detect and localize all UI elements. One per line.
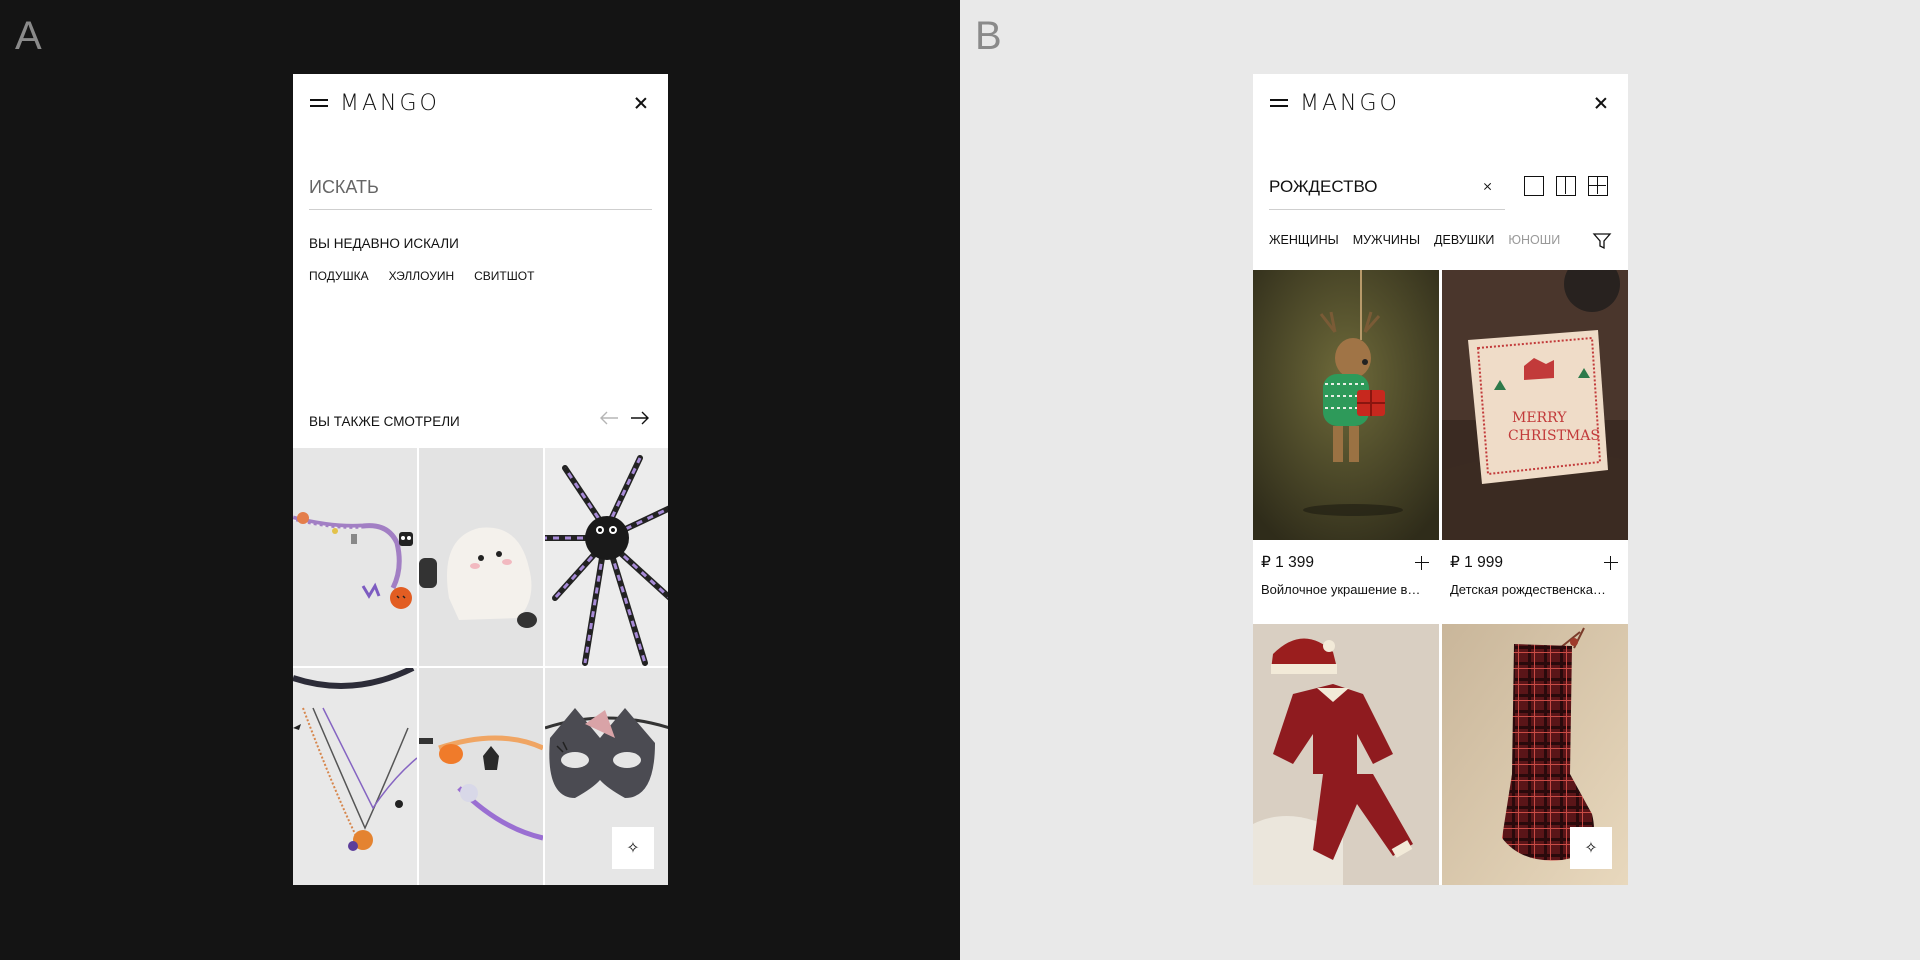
panel-b: B MANGO ЖЕНЩИНЫ МУЖЧИНЫ ДЕВУШКИ ЮНОШИ [960, 0, 1920, 960]
tab-girls[interactable]: ДЕВУШКИ [1434, 233, 1494, 247]
brand-logo[interactable]: MANGO [340, 91, 440, 116]
product-card [1253, 624, 1439, 885]
menu-icon[interactable] [310, 98, 328, 109]
menu-icon[interactable] [1270, 98, 1288, 109]
close-icon[interactable] [632, 94, 650, 112]
also-seen-title: ВЫ ТАКЖЕ СМОТРЕЛИ [309, 414, 460, 429]
view-grid-icon[interactable] [1588, 176, 1608, 196]
clear-search-icon[interactable] [1481, 180, 1495, 194]
phone-screen-a: MANGO ВЫ НЕДАВНО ИСКАЛИ ПОДУШКА ХЭЛЛОУИН… [293, 74, 668, 885]
product-name[interactable]: Войлочное украшение в… [1261, 582, 1431, 597]
product-image-necklace[interactable] [293, 668, 417, 885]
top-bar: MANGO [293, 74, 668, 134]
product-image-bracelet[interactable] [293, 448, 417, 666]
tab-women[interactable]: ЖЕНЩИНЫ [1269, 233, 1339, 247]
top-bar: MANGO [1253, 74, 1628, 134]
search-input[interactable] [1269, 170, 1469, 204]
search-input[interactable] [309, 170, 652, 204]
svg-text:MERRY: MERRY [1512, 410, 1567, 426]
view-two-columns-icon[interactable] [1556, 176, 1576, 196]
panel-a: A MANGO ВЫ НЕДАВНО ИСКАЛИ ПОДУШКА ХЭЛЛОУ… [0, 0, 960, 960]
add-to-cart-icon[interactable] [1604, 556, 1618, 570]
arrow-right-icon[interactable] [630, 410, 650, 426]
product-card: ✧ [1442, 624, 1628, 885]
product-card: ₽ 1 399 Войлочное украшение в… [1253, 270, 1439, 624]
arrow-left-icon[interactable] [599, 410, 619, 426]
sparkle-icon[interactable]: ✧ [1570, 827, 1612, 869]
product-price: ₽ 1 999 [1450, 554, 1503, 571]
product-image-santa-pajamas[interactable] [1253, 624, 1439, 885]
filter-icon[interactable] [1592, 231, 1612, 251]
close-icon[interactable] [1592, 94, 1610, 112]
panel-label-a: A [15, 14, 42, 58]
search-field [1269, 170, 1505, 210]
category-tabs: ЖЕНЩИНЫ МУЖЧИНЫ ДЕВУШКИ ЮНОШИ [1269, 233, 1569, 247]
product-card: MERRY CHRISTMAS ₽ 1 999 Детская рождеств… [1442, 270, 1628, 624]
product-name[interactable]: Детская рождественска… [1450, 582, 1620, 597]
product-image-spider[interactable] [545, 448, 668, 666]
panel-label-b: B [975, 14, 1002, 58]
product-image-hair-clips[interactable] [419, 668, 543, 885]
view-single-column-icon[interactable] [1524, 176, 1544, 196]
phone-screen-b: MANGO ЖЕНЩИНЫ МУЖЧИНЫ ДЕВУШКИ ЮНОШИ [1253, 74, 1628, 885]
recently-viewed-grid: ✧ [293, 448, 668, 885]
product-image-ghost-clip[interactable] [419, 448, 543, 666]
product-image-felt-deer[interactable] [1253, 270, 1439, 540]
search-field [309, 170, 652, 210]
recent-searches-list: ПОДУШКА ХЭЛЛОУИН СВИТШОТ [309, 269, 534, 283]
product-image-cat-mask[interactable]: ✧ [545, 668, 668, 885]
brand-logo[interactable]: MANGO [1300, 91, 1400, 116]
product-price: ₽ 1 399 [1261, 554, 1314, 571]
tab-men[interactable]: МУЖЧИНЫ [1353, 233, 1420, 247]
recent-search-item[interactable]: ПОДУШКА [309, 269, 369, 283]
add-to-cart-icon[interactable] [1415, 556, 1429, 570]
svg-text:CHRISTMAS: CHRISTMAS [1508, 428, 1600, 444]
sparkle-icon[interactable]: ✧ [612, 827, 654, 869]
product-image-christmas-cushion[interactable]: MERRY CHRISTMAS [1442, 270, 1628, 540]
tab-boys[interactable]: ЮНОШИ [1508, 233, 1560, 247]
recent-searches-title: ВЫ НЕДАВНО ИСКАЛИ [309, 236, 459, 251]
recent-search-item[interactable]: ХЭЛЛОУИН [389, 269, 455, 283]
recent-search-item[interactable]: СВИТШОТ [474, 269, 534, 283]
